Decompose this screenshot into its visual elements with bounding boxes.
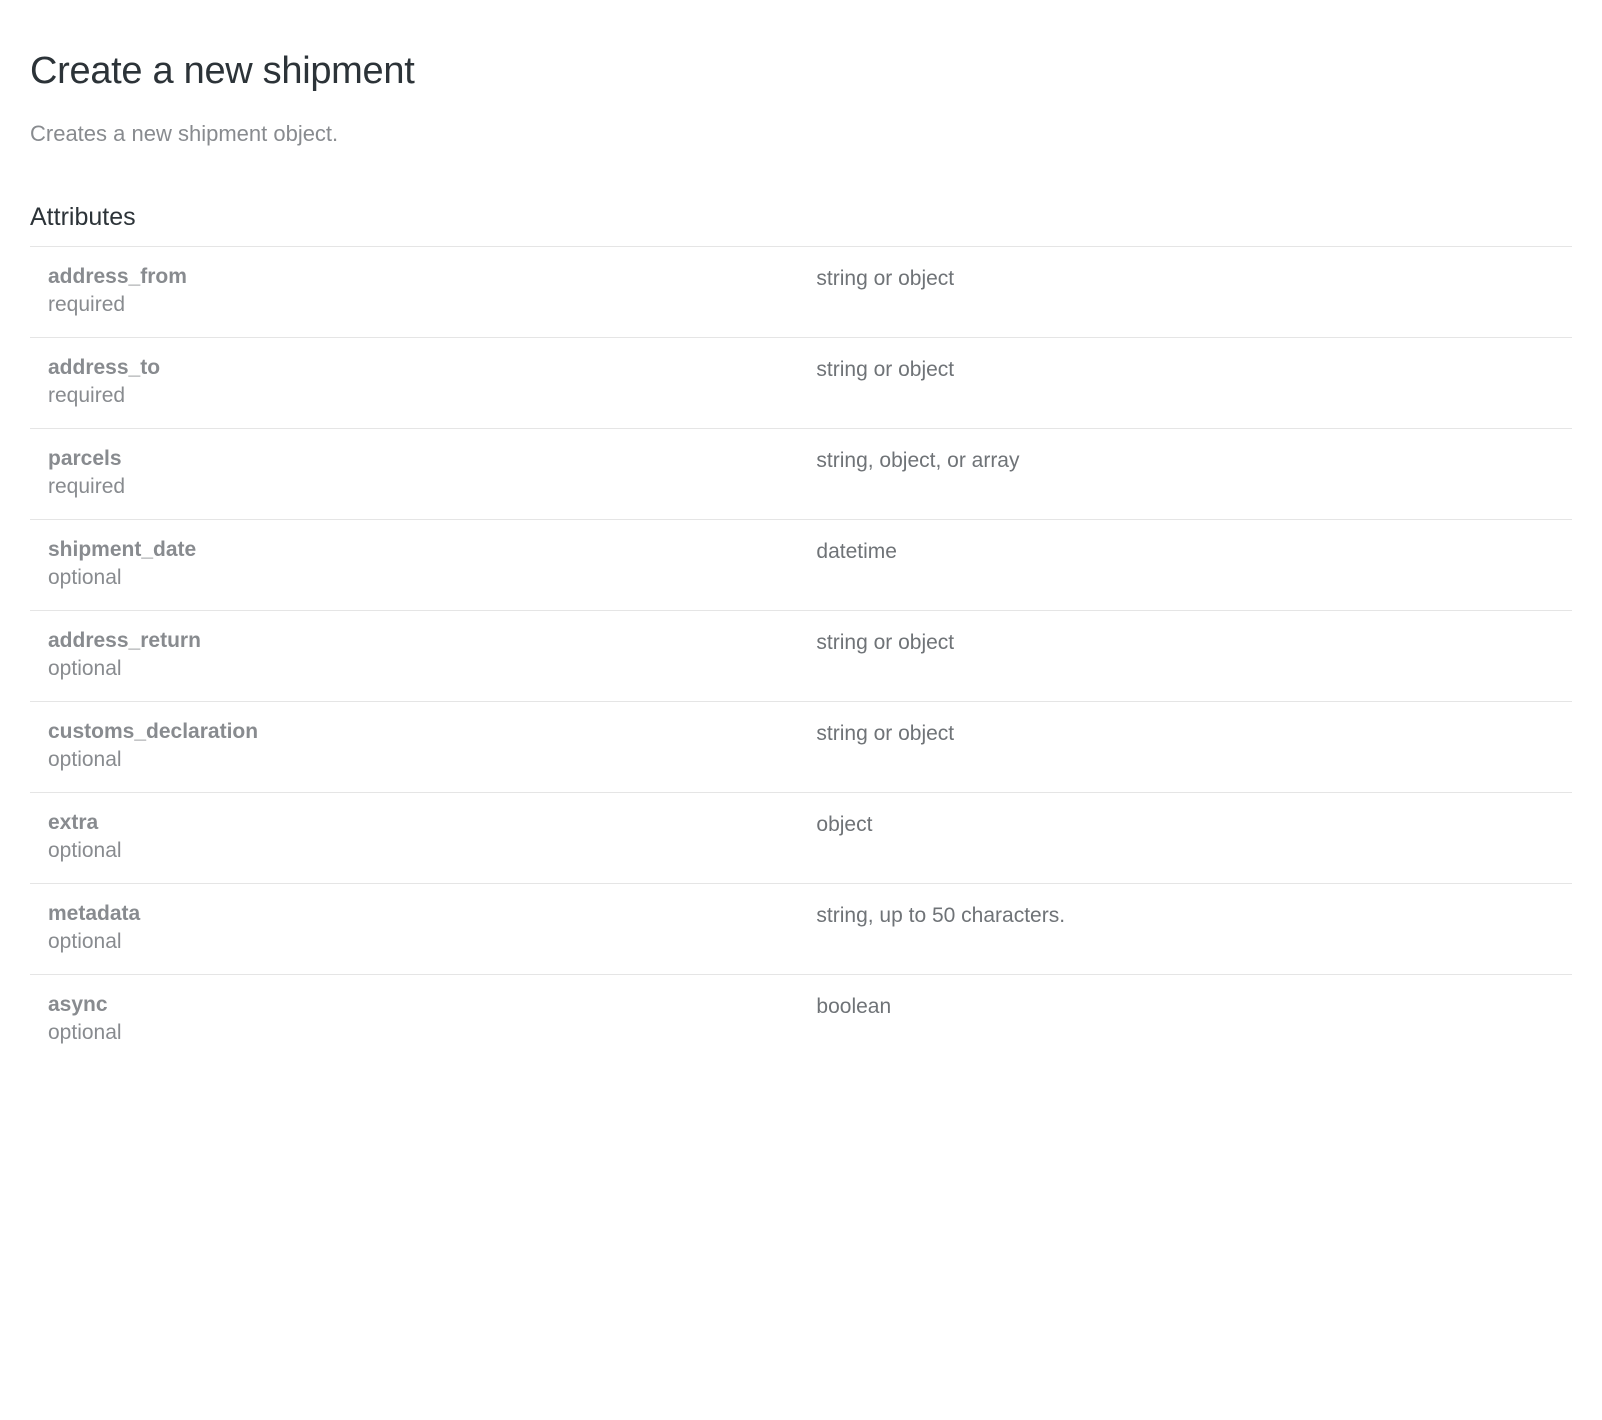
attribute-left: metadata optional bbox=[30, 902, 816, 954]
attribute-right: string, up to 50 characters. bbox=[816, 902, 1572, 954]
attribute-row: address_to required string or object bbox=[30, 338, 1572, 429]
attribute-row: extra optional object bbox=[30, 793, 1572, 884]
attribute-type: string, up to 50 characters. bbox=[816, 904, 1572, 928]
attribute-requirement: optional bbox=[48, 1021, 796, 1045]
attribute-requirement: optional bbox=[48, 748, 796, 772]
attribute-name: shipment_date bbox=[48, 538, 796, 562]
attribute-right: datetime bbox=[816, 538, 1572, 590]
attribute-type: string or object bbox=[816, 631, 1572, 655]
attribute-left: address_to required bbox=[30, 356, 816, 408]
attribute-requirement: required bbox=[48, 293, 796, 317]
attribute-name: address_return bbox=[48, 629, 796, 653]
attribute-name: metadata bbox=[48, 902, 796, 926]
attribute-type: string or object bbox=[816, 722, 1572, 746]
attribute-left: parcels required bbox=[30, 447, 816, 499]
attribute-row: metadata optional string, up to 50 chara… bbox=[30, 884, 1572, 975]
attribute-right: string or object bbox=[816, 720, 1572, 772]
attribute-left: extra optional bbox=[30, 811, 816, 863]
attribute-name: async bbox=[48, 993, 796, 1017]
attribute-row: shipment_date optional datetime bbox=[30, 520, 1572, 611]
attribute-row: address_from required string or object bbox=[30, 247, 1572, 338]
attribute-type: string or object bbox=[816, 358, 1572, 382]
attribute-name: address_to bbox=[48, 356, 796, 380]
attribute-right: boolean bbox=[816, 993, 1572, 1045]
attribute-row: address_return optional string or object bbox=[30, 611, 1572, 702]
attribute-right: string or object bbox=[816, 629, 1572, 681]
attribute-row: parcels required string, object, or arra… bbox=[30, 429, 1572, 520]
attribute-requirement: optional bbox=[48, 930, 796, 954]
attribute-row: customs_declaration optional string or o… bbox=[30, 702, 1572, 793]
page-title: Create a new shipment bbox=[30, 50, 1572, 93]
attribute-row: async optional boolean bbox=[30, 975, 1572, 1065]
attribute-name: customs_declaration bbox=[48, 720, 796, 744]
attribute-type: datetime bbox=[816, 540, 1572, 564]
attribute-type: string, object, or array bbox=[816, 449, 1572, 473]
attribute-right: string or object bbox=[816, 356, 1572, 408]
attribute-type: boolean bbox=[816, 995, 1572, 1019]
attributes-table: address_from required string or object a… bbox=[30, 246, 1572, 1065]
attribute-left: shipment_date optional bbox=[30, 538, 816, 590]
section-title: Attributes bbox=[30, 203, 1572, 232]
attribute-type: string or object bbox=[816, 267, 1572, 291]
attribute-right: string or object bbox=[816, 265, 1572, 317]
attribute-right: string, object, or array bbox=[816, 447, 1572, 499]
attribute-right: object bbox=[816, 811, 1572, 863]
attribute-left: address_return optional bbox=[30, 629, 816, 681]
attribute-requirement: optional bbox=[48, 566, 796, 590]
attribute-left: customs_declaration optional bbox=[30, 720, 816, 772]
attribute-name: extra bbox=[48, 811, 796, 835]
attribute-requirement: required bbox=[48, 384, 796, 408]
attribute-left: async optional bbox=[30, 993, 816, 1045]
attribute-requirement: optional bbox=[48, 657, 796, 681]
page-description: Creates a new shipment object. bbox=[30, 121, 1572, 147]
attribute-name: address_from bbox=[48, 265, 796, 289]
attribute-type: object bbox=[816, 813, 1572, 837]
attribute-name: parcels bbox=[48, 447, 796, 471]
attribute-left: address_from required bbox=[30, 265, 816, 317]
attribute-requirement: optional bbox=[48, 839, 796, 863]
attribute-requirement: required bbox=[48, 475, 796, 499]
